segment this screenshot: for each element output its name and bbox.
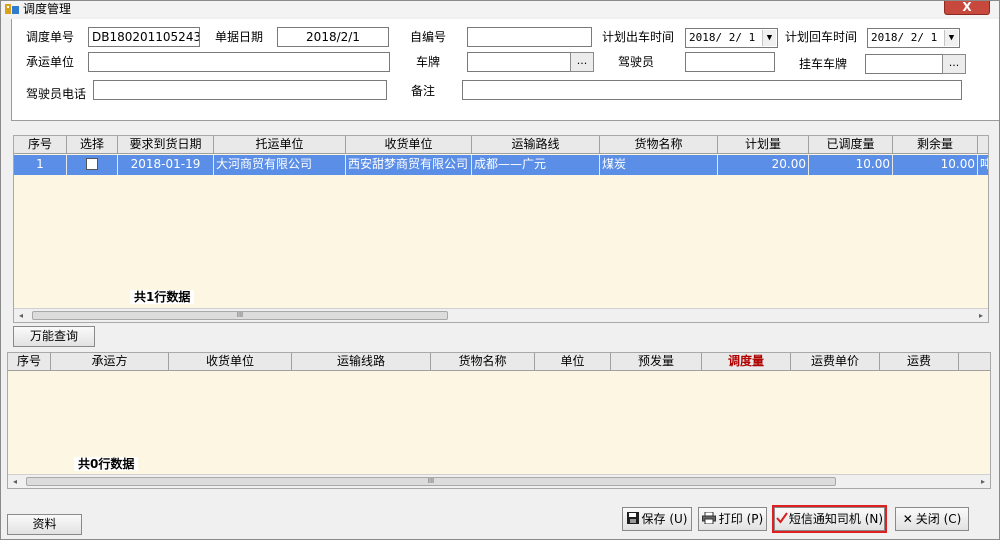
plan-back-value: 2018/ 2/ 1 [871, 31, 938, 44]
col-header[interactable]: 货物名称 [431, 353, 535, 371]
title-bar: 调度管理 X [1, 1, 999, 17]
select-checkbox[interactable] [86, 158, 98, 170]
scroll-right-icon[interactable]: ▸ [976, 475, 990, 488]
sms-label: 短信通知司机 (N) [788, 512, 884, 526]
col-header[interactable]: 运费单价 [791, 353, 880, 371]
driver-label: 驾驶员 [618, 55, 655, 69]
dispatch-no-field[interactable]: DB18020110524318 [88, 27, 200, 47]
checkmark-icon [776, 512, 788, 524]
save-button[interactable]: 保存 (U) [622, 507, 692, 531]
floppy-icon [626, 512, 639, 524]
col-header[interactable]: 要求到货日期 [118, 136, 214, 154]
col-header[interactable]: 已调度量 [809, 136, 893, 154]
dispatch-no-label: 调度单号 [26, 30, 75, 44]
table-cell[interactable]: 成都——广元 [472, 155, 600, 175]
trailer-label: 挂车车牌 [799, 57, 848, 71]
col-header[interactable]: 序号 [8, 353, 51, 371]
form-panel: 调度单号 DB18020110524318 单据日期 2018/2/1 自编号 … [11, 19, 999, 121]
plate-browse-button[interactable]: ... [570, 52, 594, 72]
chevron-down-icon[interactable]: ▼ [762, 30, 776, 46]
table-cell[interactable]: 吨 [978, 155, 988, 175]
chevron-down-icon[interactable]: ▼ [944, 30, 958, 46]
plan-out-label: 计划出车时间 [602, 30, 675, 44]
table-cell[interactable]: 10.00 [893, 155, 978, 175]
close-label: 关闭 (C) [915, 512, 962, 526]
col-header[interactable]: 单位 [535, 353, 611, 371]
carrier-label: 承运单位 [26, 55, 75, 69]
table-cell[interactable]: 2018-01-19 [118, 155, 214, 175]
col-header[interactable]: 运输路线 [472, 136, 600, 154]
driver-phone-field[interactable] [93, 80, 387, 100]
horizontal-scrollbar[interactable]: ◂ III ▸ [14, 308, 988, 322]
doc-date-field[interactable]: 2018/2/1 [277, 27, 389, 47]
col-header[interactable]: 序号 [14, 136, 67, 154]
save-label: 保存 (U) [641, 512, 688, 526]
col-header[interactable]: 托运单位 [214, 136, 346, 154]
col-header[interactable]: 选择 [67, 136, 118, 154]
plan-out-value: 2018/ 2/ 1 [689, 31, 756, 44]
x-icon: ✕ [902, 512, 913, 526]
printer-icon [701, 512, 716, 524]
remark-label: 备注 [411, 84, 436, 98]
print-label: 打印 (P) [718, 512, 764, 526]
driver-phone-label: 驾驶员电话 [26, 87, 87, 101]
col-header[interactable]: 承运方 [51, 353, 169, 371]
table-cell[interactable]: 大河商贸有限公司 [214, 155, 346, 175]
col-header[interactable]: 运输线路 [292, 353, 431, 371]
col-header[interactable]: 收货单位 [169, 353, 292, 371]
col-header[interactable]: 收货单位 [346, 136, 472, 154]
col-header[interactable]: 调度量 [702, 353, 791, 371]
sms-notify-driver-button[interactable]: 短信通知司机 (N) [772, 505, 887, 533]
order-grid: 序号 选择 要求到货日期 托运单位 收货单位 运输路线 货物名称 计划量 已调度… [13, 135, 989, 323]
trailer-field[interactable] [865, 54, 945, 74]
col-header-extra [959, 353, 990, 371]
col-header[interactable]: 运费 [880, 353, 959, 371]
window-close-button[interactable]: X [944, 1, 990, 15]
table-cell[interactable]: 西安甜梦商贸有限公司 [346, 155, 472, 175]
app-icon [5, 4, 19, 14]
info-button[interactable]: 资料 [7, 514, 82, 535]
self-no-label: 自编号 [410, 30, 447, 44]
dispatch-detail-grid: 序号 承运方 收货单位 运输线路 货物名称 单位 预发量 调度量 运费单价 运费… [7, 352, 991, 489]
row-count: 共0行数据 [74, 457, 139, 471]
dispatch-window: 调度管理 X 调度单号 DB18020110524318 单据日期 2018/2… [0, 0, 1000, 540]
remark-field[interactable] [462, 80, 962, 100]
row-count: 共1行数据 [130, 290, 195, 304]
plate-label: 车牌 [416, 55, 441, 69]
scroll-right-icon[interactable]: ▸ [974, 309, 988, 322]
plan-back-label: 计划回车时间 [785, 30, 858, 44]
col-header-extra [978, 136, 988, 154]
scroll-left-icon[interactable]: ◂ [8, 475, 22, 488]
table-cell[interactable]: 10.00 [809, 155, 893, 175]
driver-field[interactable] [685, 52, 775, 72]
plan-out-datepicker[interactable]: 2018/ 2/ 1 ▼ [685, 28, 778, 48]
trailer-browse-button[interactable]: ... [942, 54, 966, 74]
plate-field[interactable] [467, 52, 571, 72]
col-header[interactable]: 剩余量 [893, 136, 978, 154]
horizontal-scrollbar[interactable]: ◂ III ▸ [8, 474, 990, 488]
col-header[interactable]: 预发量 [611, 353, 702, 371]
scroll-thumb[interactable]: III [32, 311, 448, 320]
plan-back-datepicker[interactable]: 2018/ 2/ 1 ▼ [867, 28, 960, 48]
self-no-field[interactable] [467, 27, 592, 47]
scroll-thumb[interactable]: III [26, 477, 836, 486]
window-title: 调度管理 [23, 2, 72, 16]
close-button[interactable]: ✕ 关闭 (C) [895, 507, 969, 531]
col-header[interactable]: 货物名称 [600, 136, 718, 154]
table-cell[interactable]: 20.00 [718, 155, 809, 175]
table-cell[interactable]: 煤炭 [600, 155, 718, 175]
col-header[interactable]: 计划量 [718, 136, 809, 154]
print-button[interactable]: 打印 (P) [698, 507, 767, 531]
table-cell[interactable] [67, 155, 118, 175]
doc-date-label: 单据日期 [215, 30, 264, 44]
scroll-left-icon[interactable]: ◂ [14, 309, 28, 322]
carrier-field[interactable] [88, 52, 390, 72]
table-cell[interactable]: 1 [14, 155, 67, 175]
universal-search-button[interactable]: 万能查询 [13, 326, 95, 347]
